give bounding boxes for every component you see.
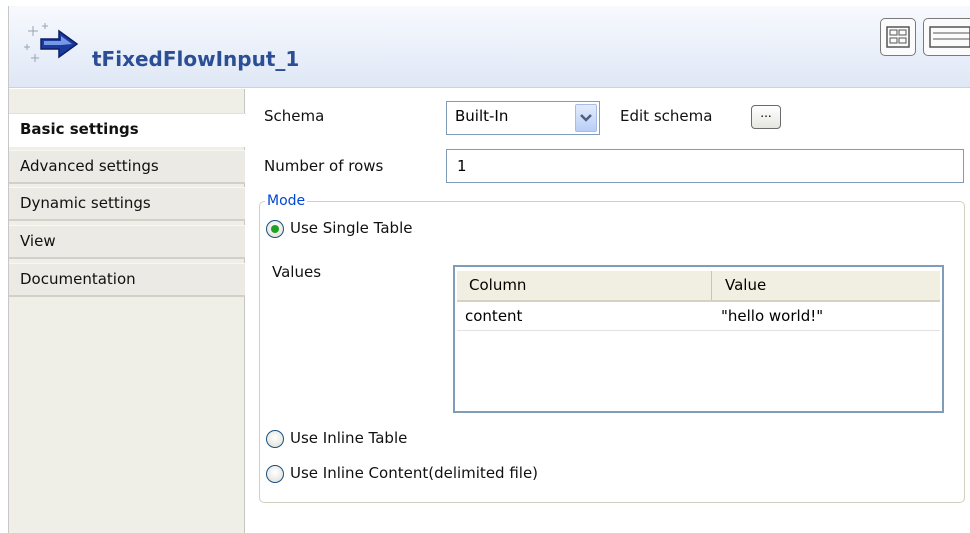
tab-basic-settings[interactable]: Basic settings [9,113,246,147]
component-arrow-icon [24,23,79,62]
cell-column[interactable]: content [465,307,522,325]
list-view-button[interactable] [923,18,970,56]
grid-view-button[interactable] [880,18,916,56]
tab-label: View [20,232,56,250]
edit-schema-label: Edit schema [620,107,713,125]
schema-select[interactable]: Built-In [446,101,600,135]
radio-use-inline-table[interactable] [266,430,284,448]
number-of-rows-input[interactable]: 1 [446,149,964,183]
tab-advanced-settings[interactable]: Advanced settings [9,150,245,184]
component-header: tFixedFlowInput_1 [9,6,970,88]
row-divider [457,330,940,331]
column-header-value[interactable]: Value [713,271,940,300]
list-view-icon [929,26,970,48]
grid-view-icon [886,26,910,48]
tab-label: Advanced settings [20,157,159,175]
column-header-column[interactable]: Column [457,271,712,300]
tab-label: Dynamic settings [20,194,151,212]
chevron-down-icon[interactable] [575,104,597,132]
component-settings-panel: tFixedFlowInput_1 Basic settings Advance… [8,6,970,533]
edit-schema-button[interactable]: ... [751,105,781,129]
tab-documentation[interactable]: Documentation [9,263,245,297]
schema-label: Schema [264,107,325,125]
tab-label: Basic settings [20,120,139,138]
radio-label-inline-content: Use Inline Content(delimited file) [290,464,539,482]
tab-dynamic-settings[interactable]: Dynamic settings [9,187,245,221]
settings-sidebar: Basic settings Advanced settings Dynamic… [9,89,246,533]
values-table[interactable]: Column Value content "hello world!" [453,265,944,413]
tab-label: Documentation [20,270,136,288]
mode-legend: Mode [265,193,308,209]
cell-value[interactable]: "hello world!" [721,307,823,325]
component-title: tFixedFlowInput_1 [92,47,300,71]
schema-value: Built-In [455,107,509,125]
radio-use-single-table[interactable] [266,220,284,238]
values-label: Values [272,263,322,281]
tab-view[interactable]: View [9,225,245,259]
rows-label: Number of rows [264,157,384,175]
table-header: Column Value [457,271,940,302]
radio-use-inline-content[interactable] [266,465,284,483]
radio-label-inline-table: Use Inline Table [290,429,408,447]
radio-label-single-table: Use Single Table [290,219,413,237]
